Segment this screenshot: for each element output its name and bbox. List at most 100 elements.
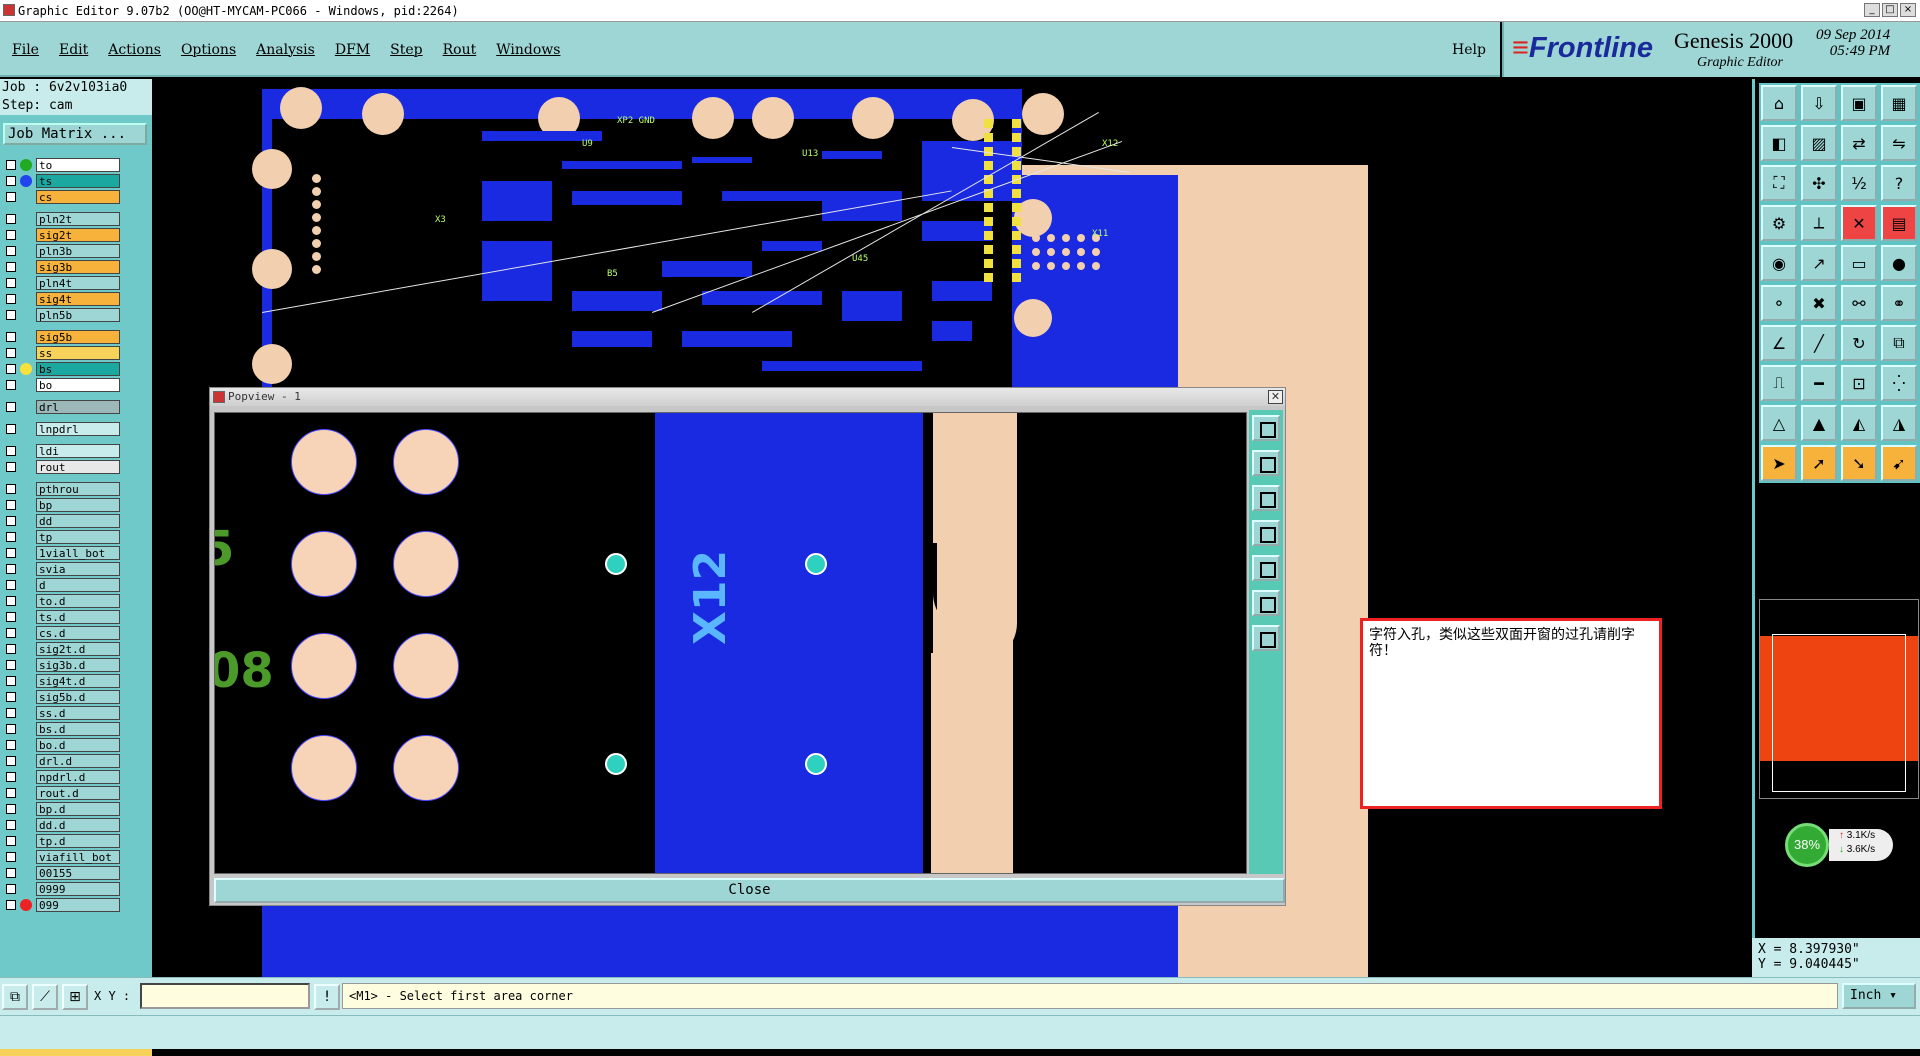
home-icon[interactable]: ⌂: [1761, 85, 1797, 121]
layer-row[interactable]: sig2t: [2, 227, 120, 243]
layer-checkbox[interactable]: [6, 740, 16, 750]
layer-checkbox[interactable]: [6, 708, 16, 718]
layer-checkbox[interactable]: [6, 852, 16, 862]
layer-row[interactable]: ss: [2, 345, 120, 361]
menu-edit[interactable]: Edit: [59, 42, 88, 58]
layer-name[interactable]: pln5b: [36, 308, 120, 322]
minimize-button[interactable]: _: [1864, 3, 1880, 17]
arrow2-icon[interactable]: ➚: [1801, 445, 1837, 481]
layer-checkbox[interactable]: [6, 884, 16, 894]
layer-name[interactable]: npdrl.d: [36, 770, 120, 784]
layer-name[interactable]: bp.d: [36, 802, 120, 816]
pv-up-icon[interactable]: [1252, 450, 1280, 476]
layer-checkbox[interactable]: [6, 364, 16, 374]
layer-name[interactable]: pln4t: [36, 276, 120, 290]
layer-name[interactable]: sig2t: [36, 228, 120, 242]
layer-row[interactable]: pln5b: [2, 307, 120, 323]
layer-name[interactable]: rout: [36, 460, 120, 474]
layer-name[interactable]: ss.d: [36, 706, 120, 720]
tri-icon[interactable]: △: [1761, 405, 1797, 441]
layer-row[interactable]: d: [2, 577, 120, 593]
layer-row[interactable]: cs.d: [2, 625, 120, 641]
layer-name[interactable]: 00155: [36, 866, 120, 880]
layer-row[interactable]: sig4t.d: [2, 673, 120, 689]
save-icon[interactable]: ▣: [1841, 85, 1877, 121]
box-icon[interactable]: ⊡: [1841, 365, 1877, 401]
layer-checkbox[interactable]: [6, 532, 16, 542]
layer-row[interactable]: pln2t: [2, 211, 120, 227]
measure-icon[interactable]: ⟋: [32, 984, 58, 1010]
pv-left-icon[interactable]: [1252, 520, 1280, 546]
layer-name[interactable]: sig4t.d: [36, 674, 120, 688]
menu-help[interactable]: Help: [1452, 42, 1486, 58]
layer-row[interactable]: dd.d: [2, 817, 120, 833]
layer-checkbox[interactable]: [6, 294, 16, 304]
layer-row[interactable]: drl.d: [2, 753, 120, 769]
layer-row[interactable]: sig5b.d: [2, 689, 120, 705]
layer-checkbox[interactable]: [6, 500, 16, 510]
layer-row[interactable]: pln4t: [2, 275, 120, 291]
layer-checkbox[interactable]: [6, 660, 16, 670]
layer-row[interactable]: bs: [2, 361, 120, 377]
layer-checkbox[interactable]: [6, 788, 16, 798]
layer-row[interactable]: lnpdrl: [2, 421, 120, 437]
layer-checkbox[interactable]: [6, 192, 16, 202]
layer-checkbox[interactable]: [6, 332, 16, 342]
layer-checkbox[interactable]: [6, 628, 16, 638]
route-icon[interactable]: ⎍: [1761, 365, 1797, 401]
layer-checkbox[interactable]: [6, 214, 16, 224]
arc-icon[interactable]: ↻: [1841, 325, 1877, 361]
layer-row[interactable]: ts.d: [2, 609, 120, 625]
node-icon[interactable]: ⚬: [1761, 285, 1797, 321]
step-icon[interactable]: ⧉: [1881, 325, 1917, 361]
overview-map[interactable]: [1759, 599, 1919, 799]
layer-name[interactable]: to: [36, 158, 120, 172]
layer-checkbox[interactable]: [6, 836, 16, 846]
tri3-icon[interactable]: ◭: [1841, 405, 1877, 441]
snap-icon[interactable]: ✕: [1841, 205, 1877, 241]
layer-row[interactable]: npdrl.d: [2, 769, 120, 785]
layer-name[interactable]: rout.d: [36, 786, 120, 800]
tri4-icon[interactable]: ◮: [1881, 405, 1917, 441]
help-icon[interactable]: ?: [1881, 165, 1917, 201]
pad-icon[interactable]: ◉: [1761, 245, 1797, 281]
cross-icon[interactable]: ✖: [1801, 285, 1837, 321]
layer-row[interactable]: sig5b: [2, 329, 120, 345]
minus-icon[interactable]: ━: [1801, 365, 1837, 401]
layer-row[interactable]: 099: [2, 897, 120, 913]
layer-checkbox[interactable]: [6, 160, 16, 170]
layer-checkbox[interactable]: [6, 262, 16, 272]
layer-checkbox[interactable]: [6, 868, 16, 878]
layer-row[interactable]: cs: [2, 189, 120, 205]
layer-row[interactable]: tp: [2, 529, 120, 545]
layer-row[interactable]: bs.d: [2, 721, 120, 737]
layer-checkbox[interactable]: [6, 804, 16, 814]
line2-icon[interactable]: ╱: [1801, 325, 1837, 361]
layer-name[interactable]: tp.d: [36, 834, 120, 848]
layer-name[interactable]: cs.d: [36, 626, 120, 640]
layer-row[interactable]: tp.d: [2, 833, 120, 849]
popview-close-icon[interactable]: ✕: [1268, 390, 1283, 404]
layer-name[interactable]: sig4t: [36, 292, 120, 306]
layer-row[interactable]: 00155: [2, 865, 120, 881]
arrow4-icon[interactable]: ➹: [1881, 445, 1917, 481]
layer-name[interactable]: pln2t: [36, 212, 120, 226]
layer-name[interactable]: cs: [36, 190, 120, 204]
layer-checkbox[interactable]: [6, 580, 16, 590]
layer-row[interactable]: sig4t: [2, 291, 120, 307]
layer-name[interactable]: sig2t.d: [36, 642, 120, 656]
layer-checkbox[interactable]: [6, 310, 16, 320]
flip-icon[interactable]: ⇋: [1881, 125, 1917, 161]
layer-checkbox[interactable]: [6, 756, 16, 766]
job-matrix-button[interactable]: Job Matrix ...: [3, 123, 147, 145]
layer-checkbox[interactable]: [6, 644, 16, 654]
layer-row[interactable]: sig3b: [2, 259, 120, 275]
layer-checkbox[interactable]: [6, 484, 16, 494]
layer-name[interactable]: ts: [36, 174, 120, 188]
layer-name[interactable]: ldi: [36, 444, 120, 458]
layer-name[interactable]: pln3b: [36, 244, 120, 258]
layer-checkbox[interactable]: [6, 724, 16, 734]
layer-checkbox[interactable]: [6, 676, 16, 686]
right-icon[interactable]: ▨: [1801, 125, 1837, 161]
menu-options[interactable]: Options: [181, 42, 236, 58]
